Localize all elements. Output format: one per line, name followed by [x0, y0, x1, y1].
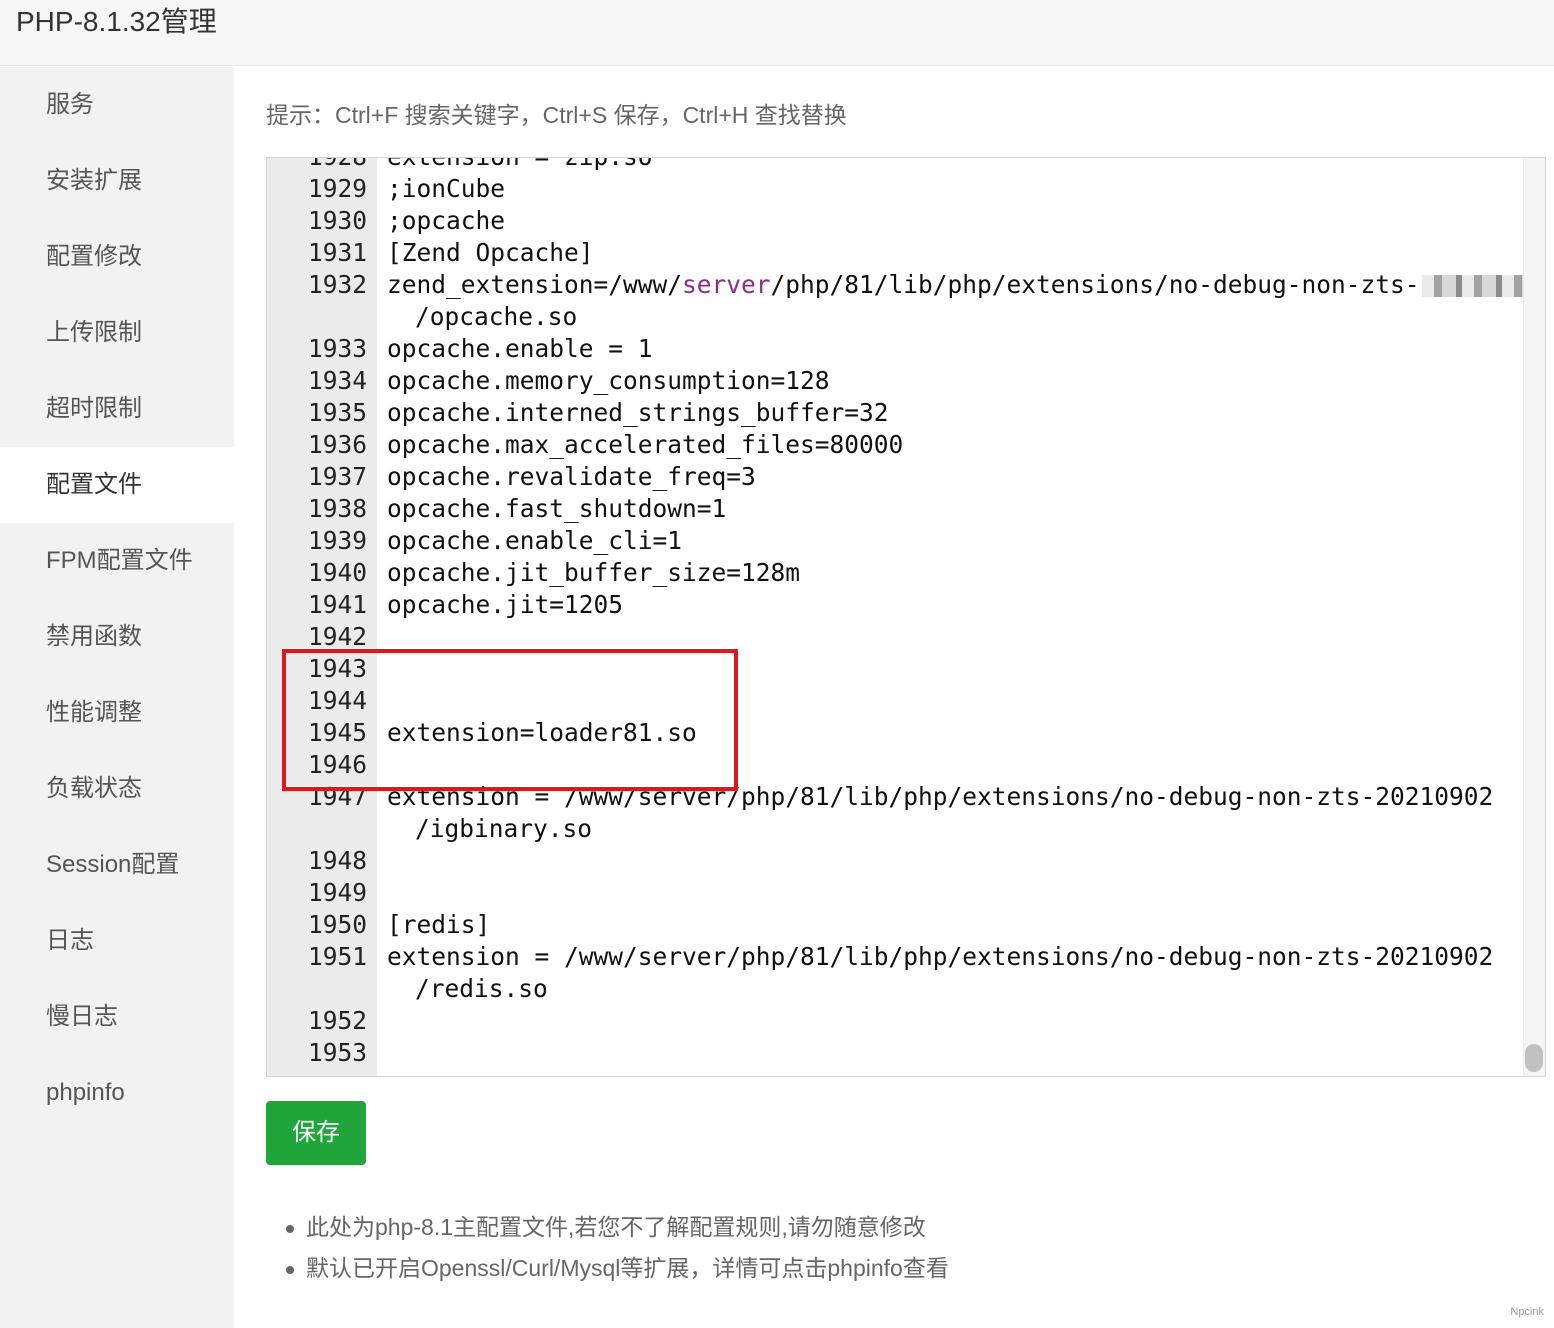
line-number: 1951	[307, 942, 367, 971]
sidebar-item-config-edit[interactable]: 配置修改	[0, 219, 234, 295]
config-editor[interactable]: 1928 extension = zip.so 1929 ;ionCube 1930…	[266, 157, 1546, 1077]
line-number: 1934	[307, 366, 367, 395]
code-line: 1939 opcache.enable_cli=1	[267, 525, 1517, 557]
code-line: 1935 opcache.interned_strings_buffer=32	[267, 397, 1517, 429]
line-number: 1935	[307, 398, 367, 427]
highlight-annotation-box	[282, 649, 738, 791]
line-code-wrap: /igbinary.so	[415, 814, 593, 843]
blurred-redaction	[1421, 275, 1540, 297]
code-line: 1941 opcache.jit=1205	[267, 589, 1517, 621]
line-number: 1939	[307, 526, 367, 555]
sidebar-item-install-extension[interactable]: 安装扩展	[0, 143, 234, 219]
code-line: 1948	[267, 845, 1517, 877]
sidebar-item-performance-tuning[interactable]: 性能调整	[0, 675, 234, 751]
code-line: 1951 extension = /www/server/php/81/lib/p…	[267, 941, 1517, 973]
line-number: 1949	[307, 878, 367, 907]
main-content: 提示：Ctrl+F 搜索关键字，Ctrl+S 保存，Ctrl+H 查找替换 19…	[234, 67, 1554, 1328]
line-number: 1936	[307, 430, 367, 459]
code-line: 1940 opcache.jit_buffer_size=128m	[267, 557, 1517, 589]
code-line: 1933 opcache.enable = 1	[267, 333, 1517, 365]
code-line: 1936 opcache.max_accelerated_files=80000	[267, 429, 1517, 461]
code-keyword: server	[682, 270, 771, 299]
line-code: opcache.fast_shutdown=1	[387, 494, 727, 523]
sidebar-item-phpinfo[interactable]: phpinfo	[0, 1055, 234, 1131]
code-line: 1928 extension = zip.so	[267, 158, 1517, 173]
help-note: 默认已开启Openssl/Curl/Mysql等扩展，详情可点击phpinfo查…	[286, 1248, 949, 1289]
sidebar-item-service[interactable]: 服务	[0, 67, 234, 143]
sidebar-item-fpm-config-file[interactable]: FPM配置文件	[0, 523, 234, 599]
line-code-wrap: /redis.so	[415, 974, 548, 1003]
line-number: 1933	[307, 334, 367, 363]
sidebar-item-log[interactable]: 日志	[0, 903, 234, 979]
sidebar-item-session-config[interactable]: Session配置	[0, 827, 234, 903]
code-line-wrap: /opcache.so	[267, 301, 1517, 333]
line-code: opcache.revalidate_freq=3	[387, 462, 756, 491]
code-line: 1929 ;ionCube	[267, 173, 1517, 205]
sidebar-item-slow-log[interactable]: 慢日志	[0, 979, 234, 1055]
line-code: zend_extension=/www/server/php/81/lib/ph…	[387, 269, 1540, 301]
line-code: extension = zip.so	[387, 158, 653, 173]
line-number: 1953	[307, 1038, 367, 1067]
line-number: 1932	[307, 270, 367, 299]
save-button[interactable]: 保存	[266, 1101, 366, 1165]
line-code: ;ionCube	[387, 174, 506, 203]
code-text: zend_extension=/www/	[387, 270, 683, 299]
code-line: 1931 [Zend Opcache]	[267, 237, 1517, 269]
sidebar-item-upload-limit[interactable]: 上传限制	[0, 295, 234, 371]
line-code: opcache.enable_cli=1	[387, 526, 683, 555]
line-number: 1930	[307, 206, 367, 235]
window-title: PHP-8.1.32管理	[16, 6, 217, 37]
line-code-wrap: /opcache.so	[415, 302, 578, 331]
line-number: 1928	[267, 158, 367, 173]
editor-scrollbar[interactable]	[1523, 158, 1545, 1076]
code-line: 1938 opcache.fast_shutdown=1	[267, 493, 1517, 525]
line-number: 1952	[307, 1006, 367, 1035]
line-code: opcache.enable = 1	[387, 334, 653, 363]
code-text: /php/81/lib/php/extensions/no-debug-non-…	[770, 270, 1420, 299]
title-bar: PHP-8.1.32管理	[0, 0, 1554, 66]
code-lines[interactable]: 1928 extension = zip.so 1929 ;ionCube 1930…	[267, 158, 1540, 1069]
line-number: 1938	[307, 494, 367, 523]
help-notes: 此处为php-8.1主配置文件,若您不了解配置规则,请勿随意修改 默认已开启Op…	[286, 1207, 949, 1289]
line-code: [Zend Opcache]	[387, 238, 594, 267]
line-number: 1948	[307, 846, 367, 875]
sidebar: 服务 安装扩展 配置修改 上传限制 超时限制 配置文件 FPM配置文件 禁用函数…	[0, 67, 234, 1328]
line-number: 1937	[307, 462, 367, 491]
line-code: opcache.interned_strings_buffer=32	[387, 398, 889, 427]
line-number: 1941	[307, 590, 367, 619]
line-code: opcache.memory_consumption=128	[387, 366, 830, 395]
line-code: opcache.jit_buffer_size=128m	[387, 558, 801, 587]
code-line: 1953	[267, 1037, 1517, 1069]
line-code: [redis]	[387, 910, 491, 939]
code-line: 1952	[267, 1005, 1517, 1037]
code-line: 1932 zend_extension=/www/server/php/81/li…	[267, 269, 1540, 301]
watermark: Npcink	[1510, 1306, 1544, 1318]
code-line: 1937 opcache.revalidate_freq=3	[267, 461, 1517, 493]
help-note: 此处为php-8.1主配置文件,若您不了解配置规则,请勿随意修改	[286, 1207, 949, 1248]
scrollbar-thumb[interactable]	[1525, 1044, 1543, 1072]
sidebar-item-config-file[interactable]: 配置文件	[0, 447, 234, 523]
code-line: 1950 [redis]	[267, 909, 1517, 941]
line-code: opcache.jit=1205	[387, 590, 624, 619]
code-line-wrap: /igbinary.so	[267, 813, 1517, 845]
line-code: extension = /www/server/php/81/lib/php/e…	[387, 942, 1494, 971]
code-line: 1949	[267, 877, 1517, 909]
code-line-wrap: /redis.so	[267, 973, 1517, 1005]
sidebar-item-timeout-limit[interactable]: 超时限制	[0, 371, 234, 447]
shortcut-tip: 提示：Ctrl+F 搜索关键字，Ctrl+S 保存，Ctrl+H 查找替换	[266, 102, 847, 128]
code-line: 1934 opcache.memory_consumption=128	[267, 365, 1517, 397]
line-number: 1950	[307, 910, 367, 939]
line-number: 1931	[307, 238, 367, 267]
line-code: opcache.max_accelerated_files=80000	[387, 430, 904, 459]
code-line: 1930 ;opcache	[267, 205, 1517, 237]
line-number: 1929	[307, 174, 367, 203]
sidebar-item-disabled-functions[interactable]: 禁用函数	[0, 599, 234, 675]
line-code: ;opcache	[387, 206, 506, 235]
line-number: 1940	[307, 558, 367, 587]
sidebar-item-load-status[interactable]: 负载状态	[0, 751, 234, 827]
